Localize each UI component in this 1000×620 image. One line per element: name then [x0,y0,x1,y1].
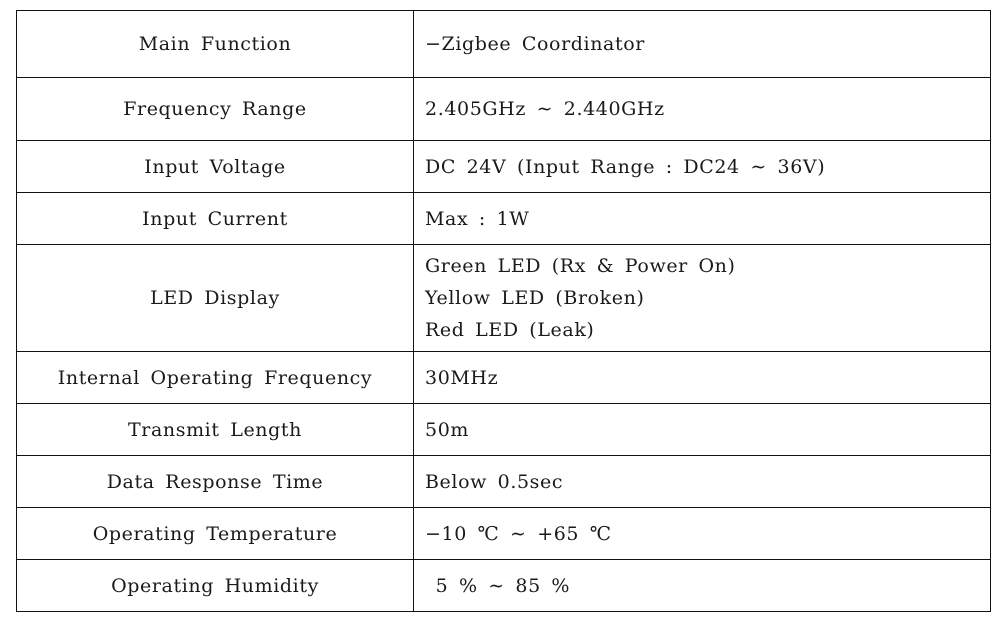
spec-label: Transmit Length [16,403,414,456]
spec-label: LED Display [16,244,414,352]
table-row: Main Function −Zigbee Coordinator [16,10,991,78]
spec-value-line: Red LED (Leak) [425,319,595,341]
spec-label: Frequency Range [16,77,414,141]
spec-label: Data Response Time [16,455,414,508]
spec-label: Operating Temperature [16,507,414,560]
spec-value: 50m [413,403,991,456]
spec-value-line: −10 ℃ ∼ +65 ℃ [425,522,612,545]
table-row: Operating Humidity 5 % ∼ 85 % [16,559,991,612]
spec-label: Operating Humidity [16,559,414,612]
spec-label: Input Voltage [16,140,414,193]
table-row: Frequency Range 2.405GHz ∼ 2.440GHz [16,77,991,141]
spec-label: Main Function [16,10,414,78]
spec-value: 30MHz [413,351,991,404]
table-row: Internal Operating Frequency 30MHz [16,351,991,404]
spec-value-line: 50m [425,418,469,441]
spec-value: −10 ℃ ∼ +65 ℃ [413,507,991,560]
table-row: Operating Temperature −10 ℃ ∼ +65 ℃ [16,507,991,560]
spec-value-line: DC 24V (Input Range : DC24 ∼ 36V) [425,155,826,178]
spec-value: 5 % ∼ 85 % [413,559,991,612]
table-row: Input Current Max : 1W [16,192,991,245]
table-row: Data Response Time Below 0.5sec [16,455,991,508]
spec-value-line: Yellow LED (Broken) [425,287,645,309]
spec-value: 2.405GHz ∼ 2.440GHz [413,77,991,141]
spec-value-line: Max : 1W [425,207,530,230]
spec-value-line: 2.405GHz ∼ 2.440GHz [425,98,665,120]
spec-value: Below 0.5sec [413,455,991,508]
spec-value: Max : 1W [413,192,991,245]
spec-value-line: −Zigbee Coordinator [425,33,645,55]
spec-value-line: Below 0.5sec [425,470,564,493]
spec-label: Internal Operating Frequency [16,351,414,404]
table-row: Input Voltage DC 24V (Input Range : DC24… [16,140,991,193]
spec-value: −Zigbee Coordinator [413,10,991,78]
table-row: LED Display Green LED (Rx & Power On) Ye… [16,244,991,352]
table-row: Transmit Length 50m [16,403,991,456]
spec-value: Green LED (Rx & Power On) Yellow LED (Br… [413,244,991,352]
spec-value: DC 24V (Input Range : DC24 ∼ 36V) [413,140,991,193]
spec-value-line: Green LED (Rx & Power On) [425,255,736,277]
spec-value-line: 30MHz [425,366,499,389]
spec-value-line: 5 % ∼ 85 % [425,574,571,597]
spec-label: Input Current [16,192,414,245]
specification-table: Main Function −Zigbee Coordinator Freque… [16,10,991,612]
